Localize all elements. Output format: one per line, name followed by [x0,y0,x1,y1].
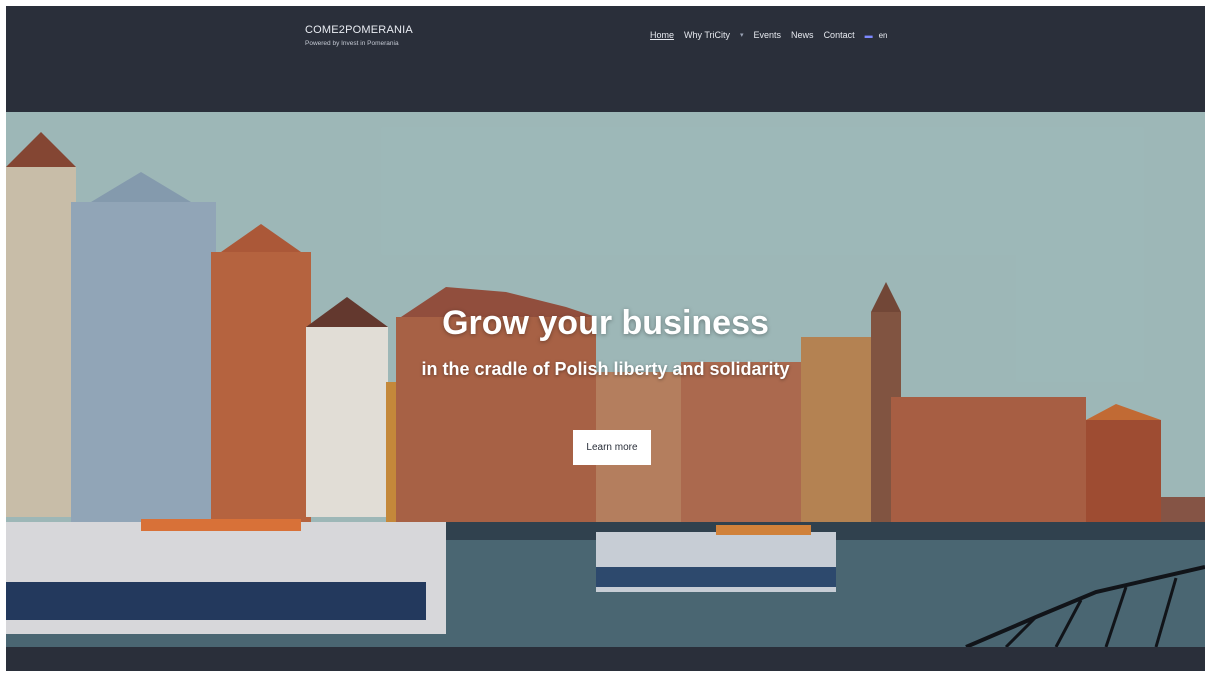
flag-icon[interactable]: ▬ [865,31,873,40]
learn-more-button[interactable]: Learn more [573,430,651,465]
nav-item-why-tricity[interactable]: Why TriCity [684,30,730,40]
nav-item-contact[interactable]: Contact [824,30,855,40]
nav-item-news[interactable]: News [791,30,814,40]
brand[interactable]: COME2POMERANIA Powered by Invest in Pome… [305,24,413,47]
footer-strip [6,647,1205,671]
chevron-down-icon[interactable]: ▾ [740,31,744,39]
hero-subtitle: in the cradle of Polish liberty and soli… [421,359,790,379]
nav-item-home[interactable]: Home [650,30,674,40]
hero-section: Grow your business in the cradle of Poli… [6,112,1205,647]
main-nav: Home Why TriCity ▾ Events News Contact ▬… [650,30,888,40]
language-switch[interactable]: en [879,31,888,40]
site-header: COME2POMERANIA Powered by Invest in Pome… [6,6,1205,112]
brand-title[interactable]: COME2POMERANIA [305,24,413,36]
brand-subtitle: Powered by Invest in Pomerania [305,40,399,47]
nav-item-events[interactable]: Events [754,30,782,40]
hero-title: Grow your business [442,304,769,342]
browser-viewport: COME2POMERANIA Powered by Invest in Pome… [6,6,1205,671]
